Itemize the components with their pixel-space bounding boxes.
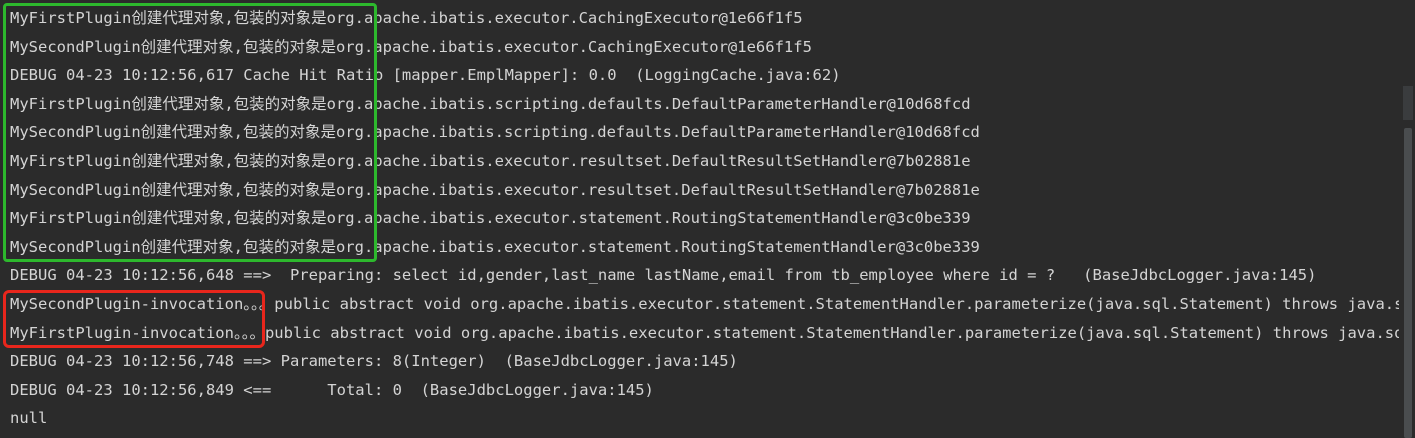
console-output-panel[interactable]: MyFirstPlugin创建代理对象,包装的对象是org.apache.iba… bbox=[0, 0, 1415, 438]
console-line: DEBUG 04-23 10:12:56,748 ==> Parameters:… bbox=[10, 352, 738, 371]
vertical-scrollbar[interactable] bbox=[1401, 0, 1415, 438]
green-highlight-box bbox=[3, 3, 377, 262]
scrollbar-thumb[interactable] bbox=[1404, 128, 1412, 438]
red-highlight-box bbox=[3, 290, 265, 348]
console-line: DEBUG 04-23 10:12:56,849 <== Total: 0 (B… bbox=[10, 380, 654, 399]
console-line: DEBUG 04-23 10:12:56,648 ==> Preparing: … bbox=[10, 266, 1317, 285]
console-line: null bbox=[10, 409, 48, 428]
scrollbar-marker bbox=[1403, 86, 1413, 120]
